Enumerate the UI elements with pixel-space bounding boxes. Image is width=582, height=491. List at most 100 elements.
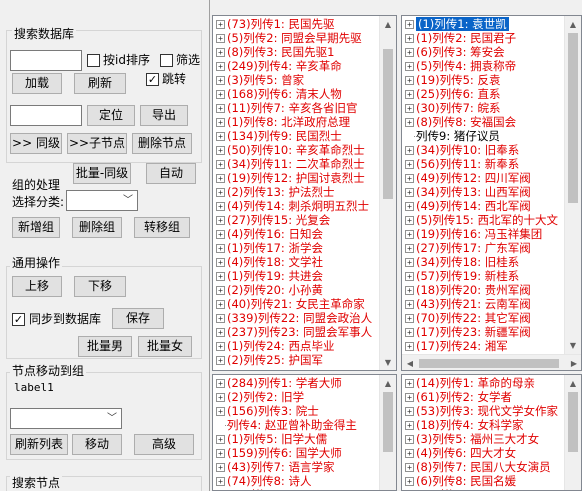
to-child-button[interactable]: >>子节点 <box>67 133 127 154</box>
add-group-button[interactable]: 新增组 <box>12 217 60 238</box>
expand-icon[interactable]: + <box>216 342 225 351</box>
batch-same-level-button[interactable]: 批量-同级 <box>73 163 131 184</box>
expand-icon[interactable]: + <box>216 230 225 239</box>
scroll-right-icon[interactable]: ▶ <box>566 355 581 370</box>
expand-icon[interactable]: + <box>405 202 414 211</box>
expand-icon[interactable]: + <box>216 188 225 197</box>
scroll-left-icon[interactable]: ◀ <box>402 355 418 370</box>
move-button[interactable]: 移动 <box>72 434 122 455</box>
vertical-scrollbar[interactable]: ▲ <box>564 375 581 490</box>
expand-icon[interactable]: + <box>216 435 225 444</box>
expand-icon[interactable]: + <box>216 146 225 155</box>
expand-icon[interactable]: + <box>405 258 414 267</box>
locate-input[interactable] <box>10 105 82 126</box>
scroll-up-icon[interactable]: ▲ <box>380 375 396 392</box>
expand-icon[interactable]: + <box>216 356 225 365</box>
move-up-button[interactable]: 上移 <box>12 276 62 297</box>
expand-icon[interactable]: + <box>216 118 225 127</box>
expand-icon[interactable]: + <box>405 174 414 183</box>
expand-icon[interactable]: + <box>216 393 225 402</box>
scroll-thumb[interactable] <box>383 49 393 199</box>
expand-icon[interactable]: + <box>405 104 414 113</box>
expand-icon[interactable]: + <box>405 118 414 127</box>
search-db-input[interactable] <box>10 50 82 71</box>
expand-icon[interactable]: + <box>405 160 414 169</box>
sync-db-checkbox[interactable]: ✓ <box>12 313 25 326</box>
expand-icon[interactable]: + <box>405 407 414 416</box>
expand-icon[interactable]: + <box>405 314 414 323</box>
expand-icon[interactable]: + <box>405 76 414 85</box>
expand-icon[interactable]: + <box>405 393 414 402</box>
expand-icon[interactable]: + <box>405 230 414 239</box>
vertical-scrollbar[interactable]: ▲ ▼ <box>564 16 581 354</box>
expand-icon[interactable]: + <box>216 477 225 486</box>
expand-icon[interactable]: + <box>216 160 225 169</box>
refresh-button[interactable]: 刷新 <box>74 73 126 94</box>
scroll-down-icon[interactable]: ▼ <box>380 354 396 370</box>
expand-icon[interactable]: + <box>405 90 414 99</box>
expand-icon[interactable]: + <box>216 258 225 267</box>
expand-icon[interactable]: + <box>405 342 414 351</box>
expand-icon[interactable]: + <box>216 174 225 183</box>
horizontal-scrollbar[interactable]: ◀ ▶ <box>402 354 581 370</box>
expand-icon[interactable]: + <box>405 244 414 253</box>
expand-icon[interactable]: + <box>405 477 414 486</box>
expand-icon[interactable]: + <box>216 104 225 113</box>
expand-icon[interactable]: + <box>216 34 225 43</box>
tree-pane-top-right[interactable]: + (1)列传1: 袁世凯 + (1)列传2: 民国君子 + (6)列传3: 筹安会 + (5… <box>401 15 582 371</box>
expand-icon[interactable]: + <box>405 216 414 225</box>
tree-pane-bottom-left[interactable]: + (284)列传1: 学者大师 + (2)列传2: 旧学 + (156)列传3: 院士列… <box>212 374 397 491</box>
expand-icon[interactable]: + <box>405 48 414 57</box>
expand-icon[interactable]: + <box>405 188 414 197</box>
expand-icon[interactable]: + <box>216 407 225 416</box>
tree-pane-bottom-right[interactable]: + (14)列传1: 革命的母亲 + (61)列传2: 女学者 + (53)列传3: 现代… <box>401 374 582 491</box>
expand-icon[interactable]: + <box>405 435 414 444</box>
expand-icon[interactable]: + <box>216 20 225 29</box>
expand-icon[interactable]: + <box>405 146 414 155</box>
batch-female-button[interactable]: 批量女 <box>138 336 192 357</box>
expand-icon[interactable]: + <box>216 62 225 71</box>
expand-icon[interactable]: + <box>405 20 414 29</box>
vertical-scrollbar[interactable]: ▲ ▼ <box>379 16 396 370</box>
expand-icon[interactable]: + <box>216 314 225 323</box>
expand-icon[interactable]: + <box>216 202 225 211</box>
sort-by-id-checkbox[interactable] <box>87 54 100 67</box>
expand-icon[interactable]: + <box>405 286 414 295</box>
scroll-thumb[interactable] <box>568 392 578 452</box>
advanced-button[interactable]: 高级 <box>134 434 194 455</box>
locate-button[interactable]: 定位 <box>87 105 135 126</box>
expand-icon[interactable]: + <box>405 463 414 472</box>
delete-group-button[interactable]: 删除组 <box>72 217 122 238</box>
expand-icon[interactable]: + <box>216 90 225 99</box>
export-button[interactable]: 导出 <box>140 105 188 126</box>
expand-icon[interactable]: + <box>216 463 225 472</box>
expand-icon[interactable]: + <box>216 328 225 337</box>
expand-icon[interactable]: + <box>216 286 225 295</box>
expand-icon[interactable]: + <box>216 48 225 57</box>
save-button[interactable]: 保存 <box>112 308 164 329</box>
filter-checkbox[interactable] <box>160 54 173 67</box>
expand-icon[interactable]: + <box>405 449 414 458</box>
move-down-button[interactable]: 下移 <box>74 276 126 297</box>
vertical-scrollbar[interactable]: ▲ <box>379 375 396 490</box>
same-level-button[interactable]: >> 同级 <box>10 133 62 154</box>
expand-icon[interactable]: + <box>216 216 225 225</box>
expand-icon[interactable]: + <box>216 300 225 309</box>
expand-icon[interactable]: + <box>216 449 225 458</box>
target-group-select[interactable]: ﹀ <box>10 408 122 429</box>
expand-icon[interactable]: + <box>216 76 225 85</box>
expand-icon[interactable]: + <box>405 328 414 337</box>
expand-icon[interactable]: + <box>405 62 414 71</box>
scroll-down-icon[interactable]: ▼ <box>565 337 581 354</box>
batch-male-button[interactable]: 批量男 <box>78 336 132 357</box>
scroll-up-icon[interactable]: ▲ <box>565 16 581 33</box>
expand-icon[interactable]: + <box>405 379 414 388</box>
tree-pane-top-left[interactable]: + (73)列传1: 民国先驱 + (5)列传2: 同盟会早期先驱 + (8)列传3: 民… <box>212 15 397 371</box>
scroll-thumb[interactable] <box>383 392 393 452</box>
scroll-up-icon[interactable]: ▲ <box>380 16 396 33</box>
load-button[interactable]: 加载 <box>12 73 62 94</box>
expand-icon[interactable]: + <box>405 300 414 309</box>
auto-button[interactable]: 自动 <box>146 163 196 184</box>
scroll-thumb[interactable] <box>419 359 559 368</box>
scroll-thumb[interactable] <box>568 33 578 203</box>
